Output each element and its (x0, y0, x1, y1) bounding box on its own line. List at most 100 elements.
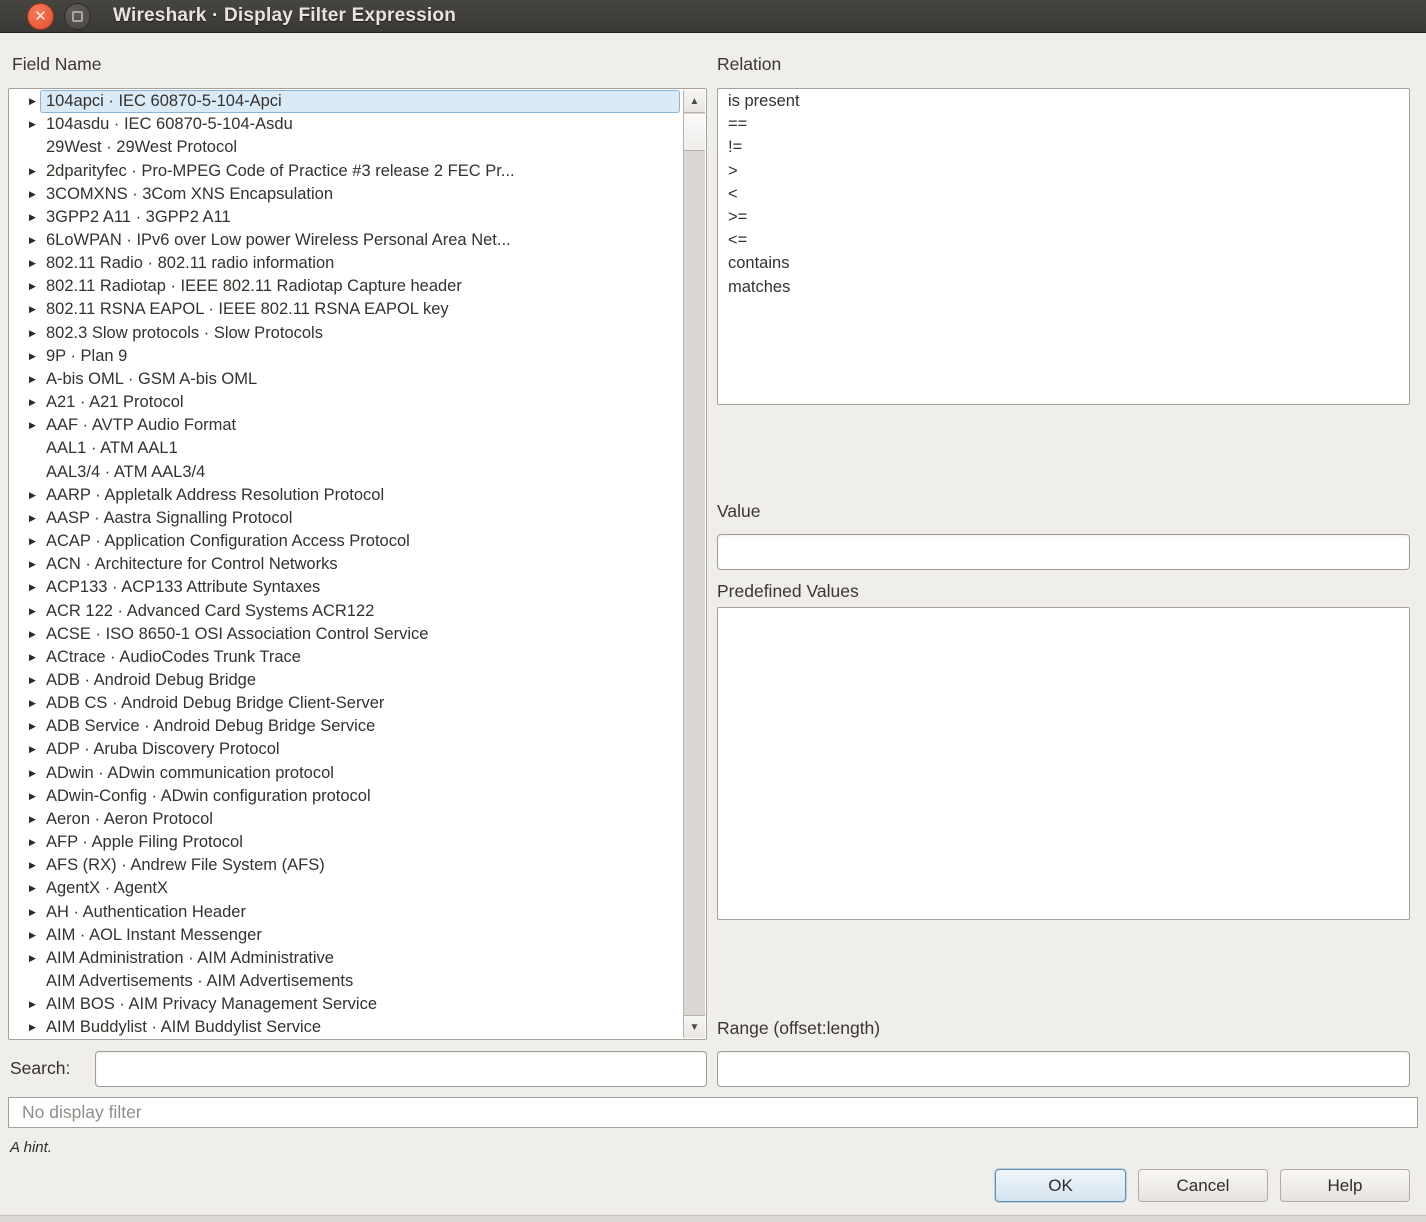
field-row[interactable]: ▶ ADB · Android Debug Bridge (10, 669, 683, 692)
relation-item[interactable]: > (719, 160, 1408, 183)
expand-arrow-icon[interactable]: ▶ (10, 97, 40, 106)
close-icon[interactable]: ✕ (27, 3, 54, 30)
expand-arrow-icon[interactable]: ▶ (10, 838, 40, 847)
help-button[interactable]: Help (1280, 1169, 1410, 1202)
expand-arrow-icon[interactable]: ▶ (10, 676, 40, 685)
expand-arrow-icon[interactable]: ▶ (10, 305, 40, 314)
field-row[interactable]: ▶ AgentX · AgentX (10, 877, 683, 900)
field-row[interactable]: ▶ AAL1 · ATM AAL1 (10, 437, 683, 460)
expand-arrow-icon[interactable]: ▶ (10, 653, 40, 662)
field-row[interactable]: ▶ 3COMXNS · 3Com XNS Encapsulation (10, 183, 683, 206)
expand-arrow-icon[interactable]: ▶ (10, 769, 40, 778)
search-input[interactable] (95, 1051, 707, 1087)
relation-item[interactable]: is present (719, 90, 1408, 113)
expand-arrow-icon[interactable]: ▶ (10, 213, 40, 222)
scrollbar-thumb[interactable] (684, 114, 705, 151)
field-row[interactable]: ▶ ADwin-Config · ADwin configuration pro… (10, 785, 683, 808)
field-row[interactable]: ▶ AFP · Apple Filing Protocol (10, 831, 683, 854)
field-row[interactable]: ▶ A21 · A21 Protocol (10, 391, 683, 414)
field-row[interactable]: ▶ 3GPP2 A11 · 3GPP2 A11 (10, 206, 683, 229)
field-row[interactable]: ▶ AASP · Aastra Signalling Protocol (10, 507, 683, 530)
field-row[interactable]: ▶ Aeron · Aeron Protocol (10, 808, 683, 831)
expand-arrow-icon[interactable]: ▶ (10, 375, 40, 384)
expand-arrow-icon[interactable]: ▶ (10, 931, 40, 940)
field-row[interactable]: ▶ ADB CS · Android Debug Bridge Client-S… (10, 692, 683, 715)
expand-arrow-icon[interactable]: ▶ (10, 861, 40, 870)
expand-arrow-icon[interactable]: ▶ (10, 514, 40, 523)
relation-item[interactable]: != (719, 136, 1408, 159)
ok-button[interactable]: OK (995, 1169, 1126, 1202)
cancel-button[interactable]: Cancel (1138, 1169, 1268, 1202)
value-input[interactable] (717, 534, 1410, 570)
expand-arrow-icon[interactable]: ▶ (10, 583, 40, 592)
scroll-up-icon[interactable]: ▲ (684, 90, 705, 113)
scroll-down-icon[interactable]: ▼ (684, 1015, 705, 1038)
expand-arrow-icon[interactable]: ▶ (10, 699, 40, 708)
expand-arrow-icon[interactable]: ▶ (10, 884, 40, 893)
field-row[interactable]: ▶ ADP · Aruba Discovery Protocol (10, 738, 683, 761)
expand-arrow-icon[interactable]: ▶ (10, 745, 40, 754)
field-row[interactable]: ▶ ACSE · ISO 8650-1 OSI Association Cont… (10, 623, 683, 646)
field-name-list[interactable]: ▶ 104apci · IEC 60870-5-104-Apci ▶ 104as… (8, 88, 707, 1040)
expand-arrow-icon[interactable]: ▶ (10, 630, 40, 639)
field-row[interactable]: ▶ AIM Buddylist · AIM Buddylist Service (10, 1016, 683, 1038)
relation-item[interactable]: == (719, 113, 1408, 136)
field-row[interactable]: ▶ 104asdu · IEC 60870-5-104-Asdu (10, 113, 683, 136)
field-row[interactable]: ▶ 802.3 Slow protocols · Slow Protocols (10, 322, 683, 345)
field-row[interactable]: ▶ ACtrace · AudioCodes Trunk Trace (10, 646, 683, 669)
field-row[interactable]: ▶ AARP · Appletalk Address Resolution Pr… (10, 484, 683, 507)
field-row[interactable]: ▶ AIM BOS · AIM Privacy Management Servi… (10, 993, 683, 1016)
expand-arrow-icon[interactable]: ▶ (10, 908, 40, 917)
expand-arrow-icon[interactable]: ▶ (10, 537, 40, 546)
maximize-icon[interactable] (64, 3, 91, 30)
field-row[interactable]: ▶ 802.11 Radio · 802.11 radio informatio… (10, 252, 683, 275)
field-row[interactable]: ▶ AH · Authentication Header (10, 900, 683, 923)
expand-arrow-icon[interactable]: ▶ (10, 398, 40, 407)
expand-arrow-icon[interactable]: ▶ (10, 722, 40, 731)
field-row[interactable]: ▶ AIM · AOL Instant Messenger (10, 924, 683, 947)
expand-arrow-icon[interactable]: ▶ (10, 120, 40, 129)
field-row[interactable]: ▶ AIM Advertisements · AIM Advertisement… (10, 970, 683, 993)
predefined-values-list[interactable] (717, 607, 1410, 920)
field-row[interactable]: ▶ 2dparityfec · Pro-MPEG Code of Practic… (10, 159, 683, 182)
expand-arrow-icon[interactable]: ▶ (10, 352, 40, 361)
expand-arrow-icon[interactable]: ▶ (10, 329, 40, 338)
field-row[interactable]: ▶ A-bis OML · GSM A-bis OML (10, 368, 683, 391)
range-input[interactable] (717, 1051, 1410, 1087)
relation-item[interactable]: >= (719, 206, 1408, 229)
field-row[interactable]: ▶ ACAP · Application Configuration Acces… (10, 530, 683, 553)
expand-arrow-icon[interactable]: ▶ (10, 560, 40, 569)
field-row[interactable]: ▶ 29West · 29West Protocol (10, 136, 683, 159)
expand-arrow-icon[interactable]: ▶ (10, 954, 40, 963)
expand-arrow-icon[interactable]: ▶ (10, 259, 40, 268)
field-row[interactable]: ▶ 802.11 Radiotap · IEEE 802.11 Radiotap… (10, 275, 683, 298)
field-row[interactable]: ▶ ACP133 · ACP133 Attribute Syntaxes (10, 576, 683, 599)
relation-item[interactable]: contains (719, 252, 1408, 275)
expand-arrow-icon[interactable]: ▶ (10, 491, 40, 500)
expand-arrow-icon[interactable]: ▶ (10, 167, 40, 176)
field-row[interactable]: ▶ ACR 122 · Advanced Card Systems ACR122 (10, 599, 683, 622)
expand-arrow-icon[interactable]: ▶ (10, 236, 40, 245)
field-list-scrollbar[interactable]: ▲ ▼ (683, 90, 705, 1038)
field-row[interactable]: ▶ AFS (RX) · Andrew File System (AFS) (10, 854, 683, 877)
field-row[interactable]: ▶ ADB Service · Android Debug Bridge Ser… (10, 715, 683, 738)
expand-arrow-icon[interactable]: ▶ (10, 607, 40, 616)
expand-arrow-icon[interactable]: ▶ (10, 282, 40, 291)
field-row[interactable]: ▶ AIM Administration · AIM Administrativ… (10, 947, 683, 970)
expand-arrow-icon[interactable]: ▶ (10, 815, 40, 824)
relation-item[interactable]: matches (719, 276, 1408, 299)
expand-arrow-icon[interactable]: ▶ (10, 1000, 40, 1009)
field-row[interactable]: ▶ 9P · Plan 9 (10, 345, 683, 368)
field-row[interactable]: ▶ 6LoWPAN · IPv6 over Low power Wireless… (10, 229, 683, 252)
relation-item[interactable]: <= (719, 229, 1408, 252)
field-row[interactable]: ▶ ACN · Architecture for Control Network… (10, 553, 683, 576)
expand-arrow-icon[interactable]: ▶ (10, 190, 40, 199)
field-row[interactable]: ▶ 802.11 RSNA EAPOL · IEEE 802.11 RSNA E… (10, 298, 683, 321)
field-row[interactable]: ▶ AAL3/4 · ATM AAL3/4 (10, 461, 683, 484)
relation-item[interactable]: < (719, 183, 1408, 206)
expand-arrow-icon[interactable]: ▶ (10, 1023, 40, 1032)
field-row[interactable]: ▶ ADwin · ADwin communication protocol (10, 762, 683, 785)
relation-list[interactable]: is present == != > < >= <= (717, 88, 1410, 405)
expand-arrow-icon[interactable]: ▶ (10, 421, 40, 430)
field-row[interactable]: ▶ AAF · AVTP Audio Format (10, 414, 683, 437)
